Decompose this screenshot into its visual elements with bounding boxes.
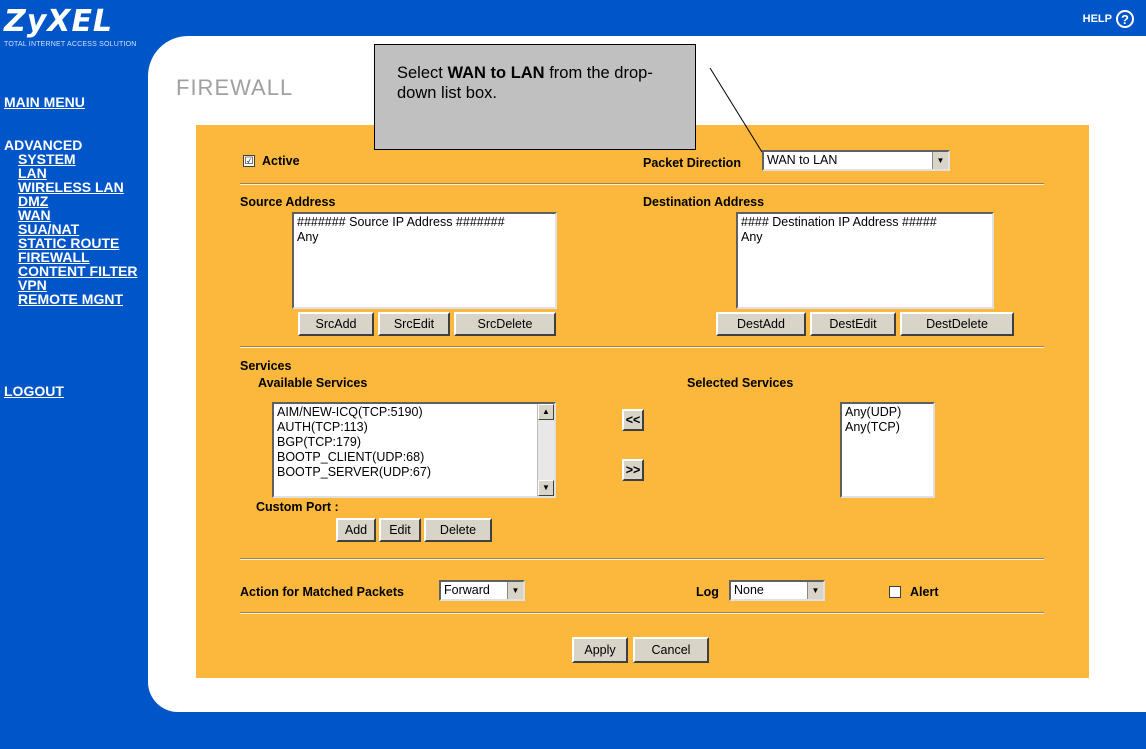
callout-pointer-line (709, 67, 763, 153)
callout-pointer (709, 67, 763, 153)
